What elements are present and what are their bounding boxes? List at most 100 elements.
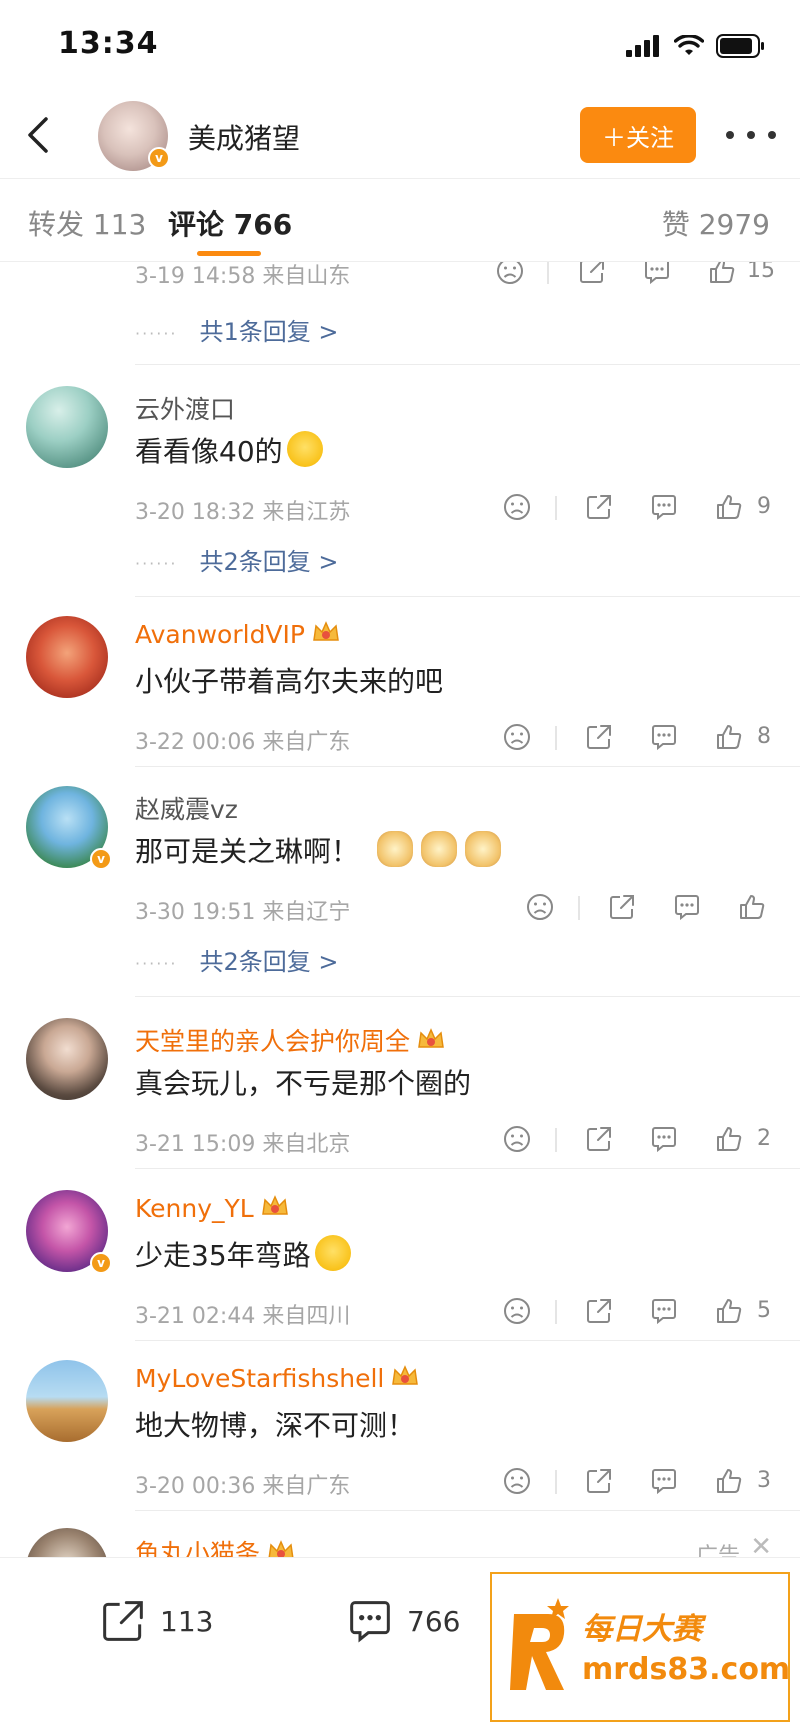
- wifi-icon: [674, 35, 704, 55]
- commenter-name[interactable]: AvanworldVIP: [135, 620, 341, 649]
- commenter-name[interactable]: 天堂里的亲人会护你周全: [135, 1022, 446, 1058]
- share-icon[interactable]: [582, 720, 616, 754]
- like-icon[interactable]: [712, 490, 746, 524]
- comment-button[interactable]: 766: [345, 1596, 460, 1646]
- commenter-name[interactable]: 鱼丸小猫条: [135, 1534, 296, 1557]
- verified-badge-icon: v: [90, 848, 112, 870]
- reply-icon[interactable]: [647, 1122, 681, 1156]
- status-bar: 13:34: [0, 0, 800, 95]
- share-icon[interactable]: [582, 1294, 616, 1328]
- comment-meta: 3-30 19:51 来自辽宁: [135, 888, 795, 928]
- ad-label: 广告: [695, 1544, 740, 1557]
- reply-icon[interactable]: [647, 1294, 681, 1328]
- commenter-avatar[interactable]: [26, 1528, 108, 1557]
- doge-emoji: [377, 831, 414, 867]
- chevron-left-icon: [28, 117, 48, 153]
- dislike-icon[interactable]: [500, 1294, 534, 1328]
- commenter-name[interactable]: 云外渡口: [135, 390, 235, 426]
- comment-meta: 3-19 14:58 来自山东 15: [135, 262, 795, 292]
- like-count: 15: [747, 262, 775, 283]
- share-icon[interactable]: [582, 1122, 616, 1156]
- commenter-name[interactable]: Kenny_YL: [135, 1194, 290, 1223]
- vip-crown-icon: [418, 1028, 444, 1048]
- commenter-name[interactable]: MyLoveStarfishshell: [135, 1364, 420, 1393]
- reply-icon[interactable]: [647, 1464, 681, 1498]
- comment-date: 3-21 15:09 来自北京: [135, 1132, 351, 1157]
- share-icon[interactable]: [605, 890, 639, 924]
- comment-count: 766: [407, 1604, 461, 1638]
- reply-icon[interactable]: [647, 720, 681, 754]
- comment-date: 3-30 19:51 来自辽宁: [135, 900, 351, 925]
- tab-comments[interactable]: 评论 766: [168, 203, 292, 243]
- signal-icon: [626, 35, 659, 57]
- back-button[interactable]: [18, 113, 62, 157]
- tab-repost[interactable]: 转发 113: [28, 203, 146, 243]
- header: v 美成猪望 ＋关注: [0, 95, 800, 178]
- like-icon[interactable]: [712, 720, 746, 754]
- commenter-avatar[interactable]: [26, 1018, 108, 1100]
- commenter-avatar[interactable]: v: [26, 786, 112, 870]
- comment-icon: [350, 1601, 390, 1643]
- comment-date: 3-19 14:58 来自山东: [135, 264, 351, 289]
- vip-crown-icon: [392, 1365, 419, 1385]
- dislike-icon[interactable]: [500, 1122, 534, 1156]
- commenter-avatar[interactable]: [26, 616, 108, 698]
- comment-text: 少走35年弯路: [135, 1234, 351, 1274]
- comment-divider: [135, 996, 800, 997]
- more-options-icon[interactable]: [726, 113, 776, 157]
- watermark: 每日大赛 mrds83.com: [490, 1572, 790, 1722]
- dislike-icon[interactable]: [500, 490, 534, 524]
- share-icon[interactable]: [575, 262, 609, 288]
- vip-crown-icon: [268, 1540, 294, 1557]
- reply-icon[interactable]: [640, 262, 674, 288]
- dislike-icon[interactable]: [523, 890, 557, 924]
- vip-crown-icon: [313, 621, 339, 641]
- repost-button[interactable]: 113: [98, 1596, 213, 1646]
- close-icon[interactable]: ✕: [750, 1532, 772, 1557]
- verified-badge-icon: v: [148, 147, 170, 169]
- like-count: 5: [757, 1298, 771, 1323]
- like-icon[interactable]: [735, 890, 769, 924]
- dislike-icon[interactable]: [500, 720, 534, 754]
- follow-button[interactable]: ＋关注: [580, 107, 696, 163]
- reply-icon[interactable]: [670, 890, 704, 924]
- comment-date: 3-21 02:44 来自四川: [135, 1304, 351, 1329]
- commenter-avatar[interactable]: [26, 386, 108, 468]
- commenter-avatar[interactable]: v: [26, 1190, 112, 1274]
- commenter-avatar[interactable]: [26, 1360, 108, 1442]
- share-icon: [103, 1601, 143, 1641]
- battery-icon: [716, 34, 764, 58]
- share-icon[interactable]: [582, 1464, 616, 1498]
- author-name[interactable]: 美成猪望: [188, 117, 300, 157]
- tab-likes[interactable]: 赞 2979: [662, 203, 770, 243]
- author-avatar[interactable]: v: [98, 101, 170, 171]
- tab-bar: 转发 113 评论 766 赞 2979: [0, 178, 800, 262]
- view-replies-link[interactable]: ······ 共2条回复 >: [135, 942, 339, 977]
- doge-emoji: [421, 831, 458, 867]
- comment-divider: [135, 766, 800, 767]
- watermark-logo-icon: [510, 1598, 569, 1690]
- comment-divider: [135, 1168, 800, 1169]
- comment-date: 3-20 18:32 来自江苏: [135, 500, 351, 525]
- view-replies-link[interactable]: ······ 共1条回复 >: [135, 312, 339, 347]
- active-tab-indicator: [197, 251, 261, 256]
- share-icon[interactable]: [582, 490, 616, 524]
- like-count: 3: [757, 1468, 771, 1493]
- like-icon[interactable]: [712, 1122, 746, 1156]
- dislike-icon[interactable]: [493, 262, 527, 288]
- like-icon[interactable]: [712, 1294, 746, 1328]
- laugh-cry-emoji: [286, 431, 323, 467]
- reply-icon[interactable]: [647, 490, 681, 524]
- comment-date: 3-20 00:36 来自广东: [135, 1474, 351, 1499]
- like-icon[interactable]: [712, 1464, 746, 1498]
- comment-date: 3-22 00:06 来自广东: [135, 730, 351, 755]
- comment-text: 那可是关之琳啊！: [135, 830, 502, 870]
- comment-meta: 3-21 02:44 来自四川 5: [135, 1292, 795, 1332]
- like-icon[interactable]: [705, 262, 739, 288]
- watermark-title: 每日大赛: [582, 1612, 702, 1647]
- comment-list[interactable]: 3-19 14:58 来自山东 15 ······ 共1条回复 > 云外渡口 看看…: [0, 262, 800, 1557]
- comment-meta: 3-22 00:06 来自广东 8: [135, 718, 795, 758]
- view-replies-link[interactable]: ······ 共2条回复 >: [135, 542, 339, 577]
- dislike-icon[interactable]: [500, 1464, 534, 1498]
- commenter-name[interactable]: 赵威震vz: [135, 790, 238, 826]
